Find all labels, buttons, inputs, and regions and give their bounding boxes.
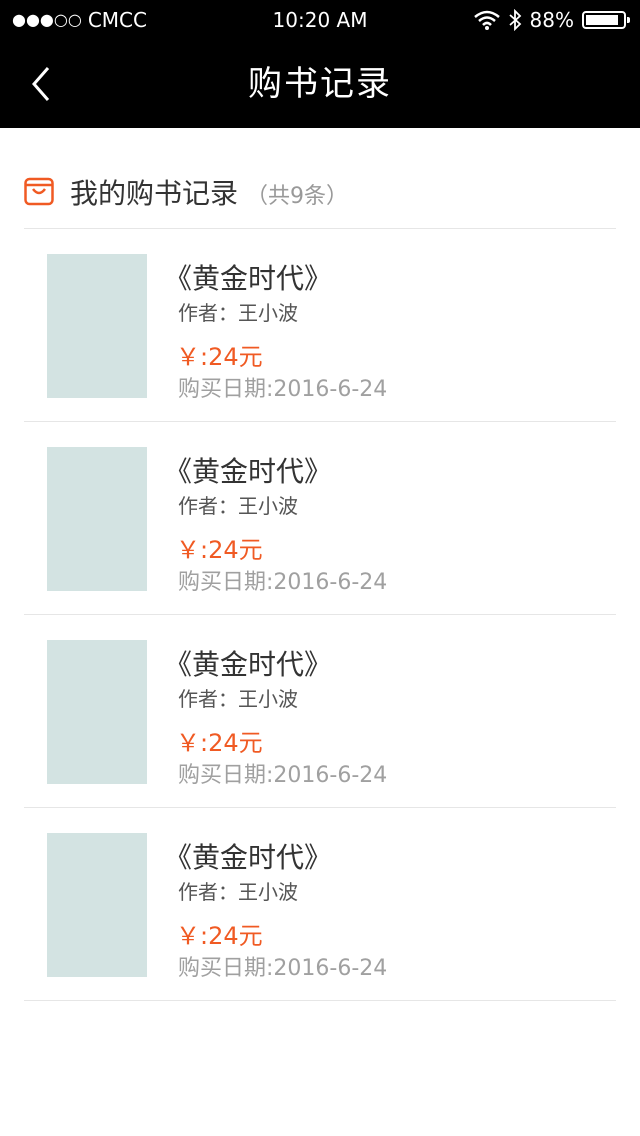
book-price: ￥:24元	[176, 922, 263, 950]
list-item[interactable]: 《黄金时代》 作者：王小波 ￥:24元 购买日期:2016-6-24	[24, 229, 616, 422]
battery-fill	[586, 15, 618, 25]
book-title: 《黄金时代》	[164, 455, 333, 488]
book-price: ￥:24元	[176, 536, 263, 564]
purchase-date: 购买日期:2016-6-24	[178, 377, 388, 402]
book-author: 作者：王小波	[178, 301, 298, 325]
status-right: 88%	[473, 0, 630, 40]
book-cover	[47, 254, 147, 398]
book-price: ￥:24元	[176, 343, 263, 371]
book-title: 《黄金时代》	[164, 262, 333, 295]
section-header: 我的购书记录 （共9条）	[24, 160, 616, 229]
book-cover	[47, 640, 147, 784]
book-cover	[47, 447, 147, 591]
section-title-text: 我的购书记录	[70, 177, 239, 210]
record-count: （共9条）	[246, 184, 349, 209]
list-item[interactable]: 《黄金时代》 作者：王小波 ￥:24元 购买日期:2016-6-24	[24, 422, 616, 615]
book-author: 作者：王小波	[178, 687, 298, 711]
purchase-list: 《黄金时代》 作者：王小波 ￥:24元 购买日期:2016-6-24 《黄金时代…	[24, 229, 616, 1001]
shopping-bag-icon	[24, 177, 54, 206]
book-title: 《黄金时代》	[164, 648, 333, 681]
list-item[interactable]: 《黄金时代》 作者：王小波 ￥:24元 购买日期:2016-6-24	[24, 615, 616, 808]
purchase-date: 购买日期:2016-6-24	[178, 570, 388, 595]
section-title: 我的购书记录 （共9条）	[70, 172, 348, 212]
status-bar: ●●●○○ CMCC 10:20 AM 88%	[0, 0, 640, 40]
purchase-date: 购买日期:2016-6-24	[178, 763, 388, 788]
book-price: ￥:24元	[176, 729, 263, 757]
purchase-date: 购买日期:2016-6-24	[178, 956, 388, 981]
navigation-bar: 购书记录	[0, 40, 640, 128]
wifi-icon	[473, 10, 500, 30]
header: ●●●○○ CMCC 10:20 AM 88% 购书记录	[0, 0, 640, 128]
book-author: 作者：王小波	[178, 880, 298, 904]
battery-cap	[627, 17, 630, 23]
battery-icon	[582, 11, 630, 29]
list-item[interactable]: 《黄金时代》 作者：王小波 ￥:24元 购买日期:2016-6-24	[24, 808, 616, 1001]
page-title: 购书记录	[248, 64, 392, 104]
bluetooth-icon	[508, 9, 521, 31]
book-cover	[47, 833, 147, 977]
battery-percent: 88%	[529, 8, 574, 32]
book-author: 作者：王小波	[178, 494, 298, 518]
book-title: 《黄金时代》	[164, 841, 333, 874]
